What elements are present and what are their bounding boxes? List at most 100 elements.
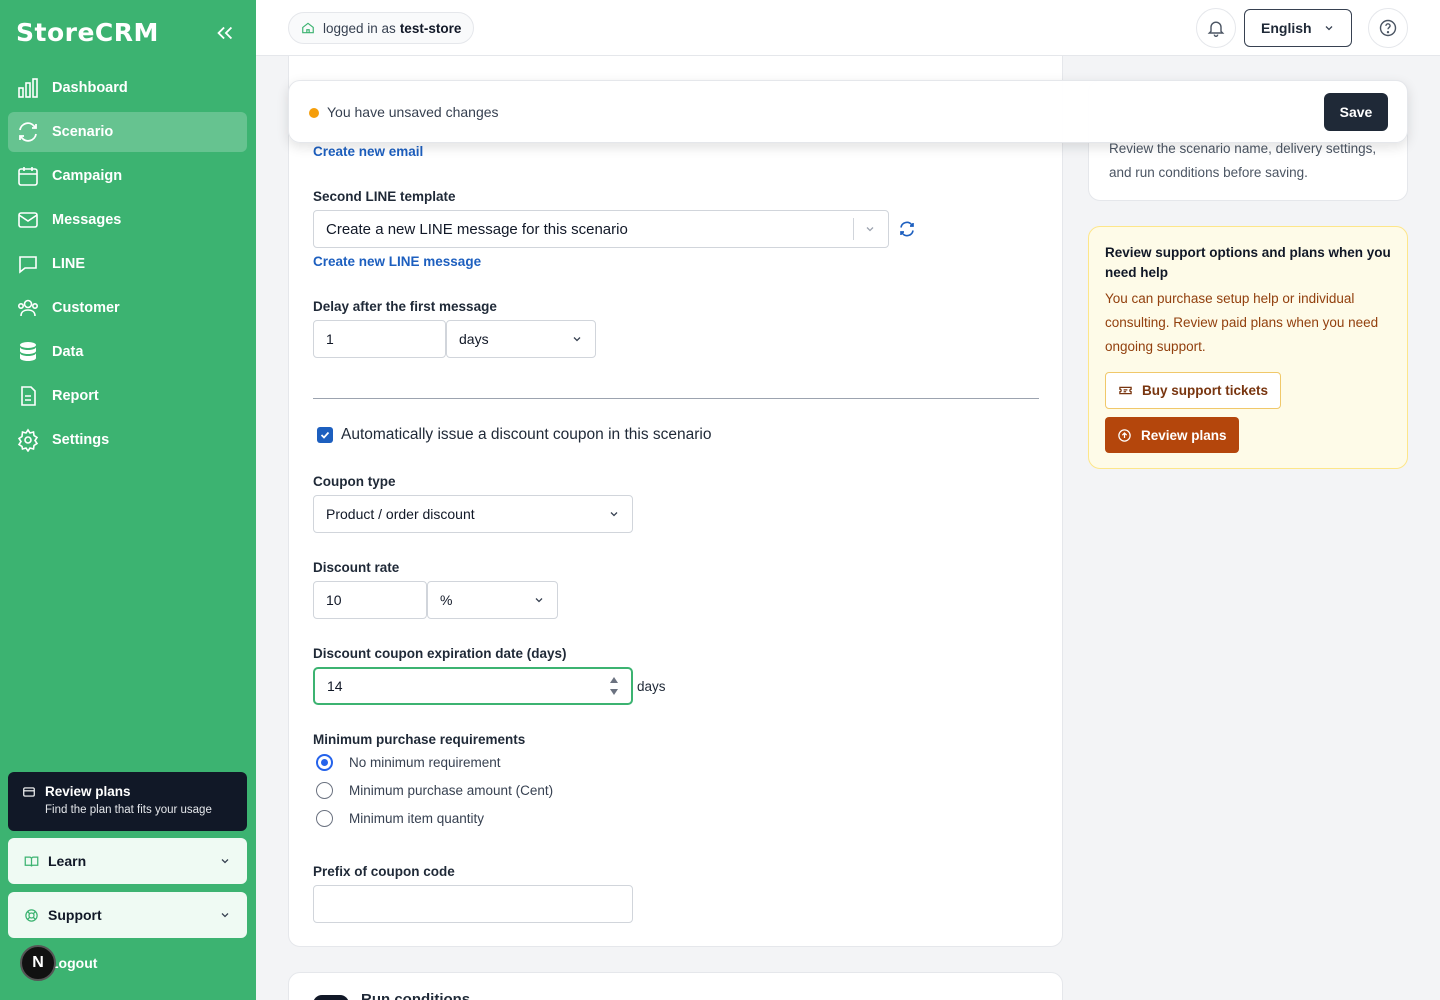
number-stepper-icon[interactable] <box>609 675 619 697</box>
learn-label: Learn <box>48 853 87 869</box>
radio-no-minimum[interactable]: No minimum requirement <box>316 754 501 771</box>
sidebar: StoreCRM Dashboard Scenario Campaign Mes… <box>0 0 256 1000</box>
run-conditions-card: Run conditions <box>288 972 1063 1000</box>
book-icon <box>24 856 39 867</box>
chevron-down-icon <box>221 859 229 864</box>
min-purchase-label: Minimum purchase requirements <box>313 732 526 747</box>
review-plans-label: Review plans <box>1141 427 1227 443</box>
chat-bubble-icon <box>19 256 37 274</box>
prefix-input[interactable] <box>313 885 633 923</box>
login-prefix: logged in as <box>323 20 396 36</box>
sidebar-item-label: Customer <box>52 300 120 316</box>
store-login-pill[interactable]: logged in as test-store <box>288 12 475 44</box>
sidebar-item-line[interactable]: LINE <box>8 244 247 284</box>
gear-icon <box>17 428 39 452</box>
calendar-icon <box>18 167 38 186</box>
learn-accordion[interactable]: Learn <box>8 838 247 884</box>
prefix-label: Prefix of coupon code <box>313 864 455 879</box>
sidebar-item-label: Campaign <box>52 168 123 184</box>
help-button[interactable] <box>1368 8 1408 48</box>
bell-icon <box>1207 21 1225 37</box>
ticket-icon <box>1119 386 1132 395</box>
sidebar-item-scenario[interactable]: Scenario <box>8 112 247 152</box>
review-text: Review the scenario name, delivery setti… <box>1109 141 1377 180</box>
delay-input[interactable]: 1 <box>313 320 446 358</box>
save-button[interactable]: Save <box>1324 93 1388 131</box>
sidebar-item-customer[interactable]: Customer <box>8 288 247 328</box>
database-icon <box>20 342 36 361</box>
sidebar-item-messages[interactable]: Messages <box>8 200 247 240</box>
chevron-down-icon <box>573 337 581 342</box>
refresh-icon[interactable] <box>898 220 916 238</box>
document-icon <box>21 386 36 406</box>
users-icon <box>17 299 38 317</box>
coupon-checkbox[interactable] <box>317 427 333 443</box>
collapse-sidebar-icon[interactable] <box>214 22 236 44</box>
second-line-label: Second LINE template <box>313 189 456 204</box>
sidebar-item-settings[interactable]: Settings <box>8 420 247 460</box>
delay-unit-select[interactable]: days <box>446 320 596 358</box>
second-line-select[interactable]: Create a new LINE message for this scena… <box>313 210 889 248</box>
coupon-type-select[interactable]: Product / order discount <box>313 495 633 533</box>
expiration-input[interactable]: 14 <box>313 667 633 705</box>
review-plans-title-row: Review plans <box>22 784 233 799</box>
support-text: You can purchase setup help or individua… <box>1105 291 1379 354</box>
create-email-link[interactable]: Create new email <box>313 144 423 159</box>
sidebar-item-report[interactable]: Report <box>8 376 247 416</box>
question-icon <box>1379 19 1397 37</box>
warning-dot-icon <box>309 108 319 118</box>
expiration-value: 14 <box>327 678 343 694</box>
sidebar-item-label: Messages <box>52 212 122 228</box>
run-conditions-toggle[interactable] <box>313 995 349 1000</box>
create-line-link[interactable]: Create new LINE message <box>313 254 481 269</box>
discount-unit-value: % <box>440 592 453 608</box>
language-select[interactable]: English <box>1244 9 1352 47</box>
store-name: test-store <box>399 20 462 36</box>
discount-rate-input[interactable]: 10 <box>313 581 427 619</box>
coupon-type-value: Product / order discount <box>326 506 475 522</box>
notifications-button[interactable] <box>1196 8 1236 48</box>
buy-tickets-label: Buy support tickets <box>1142 383 1269 398</box>
chevron-down-icon <box>866 227 874 232</box>
expiration-unit: days <box>637 679 666 694</box>
unsaved-message: You have unsaved changes <box>327 104 499 120</box>
second-line-value: Create a new LINE message for this scena… <box>326 220 628 238</box>
language-value: English <box>1261 20 1312 36</box>
radio-button[interactable] <box>316 782 333 799</box>
bar-chart-icon <box>18 78 38 98</box>
unsaved-changes-banner: You have unsaved changes Save <box>288 80 1408 143</box>
review-plans-subtitle: Find the plan that fits your usage <box>45 804 212 816</box>
refresh-cycle-icon <box>19 122 37 142</box>
sidebar-nav: Dashboard Scenario Campaign Messages LIN… <box>8 68 247 464</box>
support-title: Review support options and plans when yo… <box>1105 245 1391 280</box>
sidebar-item-campaign[interactable]: Campaign <box>8 156 247 196</box>
coupon-type-label: Coupon type <box>313 474 396 489</box>
radio-button[interactable] <box>316 810 333 827</box>
review-plans-title: Review plans <box>45 784 131 799</box>
run-conditions-title: Run conditions <box>361 991 471 1000</box>
radio-min-quantity[interactable]: Minimum item quantity <box>316 810 484 827</box>
review-plans-card[interactable]: Review plans Find the plan that fits you… <box>8 772 247 831</box>
sidebar-item-dashboard[interactable]: Dashboard <box>8 68 247 108</box>
support-card: Review support options and plans when yo… <box>1088 226 1408 469</box>
chevron-down-icon <box>1325 26 1333 31</box>
top-bar: logged in as test-store English <box>256 0 1440 56</box>
radio-min-amount[interactable]: Minimum purchase amount (Cent) <box>316 782 553 799</box>
sidebar-item-label: Data <box>52 344 84 360</box>
radio-label: Minimum item quantity <box>349 811 485 826</box>
logout-label: Logout <box>50 955 98 971</box>
buy-support-tickets-button[interactable]: Buy support tickets <box>1105 372 1282 409</box>
avatar[interactable]: N <box>20 945 56 981</box>
discount-rate-label: Discount rate <box>313 560 400 575</box>
discount-unit-select[interactable]: % <box>427 581 558 619</box>
radio-button[interactable] <box>316 754 333 771</box>
credit-card-icon <box>23 786 35 797</box>
logout-button[interactable]: N Logout <box>20 945 97 981</box>
sidebar-item-data[interactable]: Data <box>8 332 247 372</box>
select-separator <box>853 218 854 240</box>
review-plans-button[interactable]: Review plans <box>1105 417 1239 453</box>
support-accordion[interactable]: Support <box>8 892 247 938</box>
brand-logo: StoreCRM <box>16 18 159 47</box>
arrow-up-circle-icon <box>1118 428 1131 442</box>
checkmark-icon <box>320 431 330 439</box>
